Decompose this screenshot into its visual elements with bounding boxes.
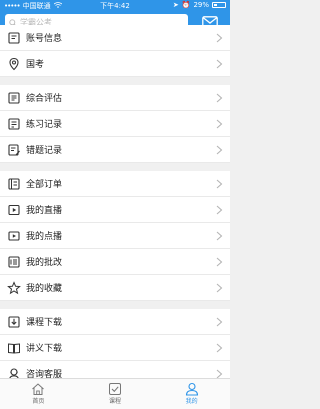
tab-profile-label: 我的 bbox=[185, 398, 198, 405]
menu-item-star[interactable]: 我的收藏 bbox=[0, 275, 230, 301]
location-arrow-icon: ➤ bbox=[172, 1, 179, 9]
section-divider bbox=[0, 77, 230, 85]
menu-item-assessment[interactable]: 综合评估 bbox=[0, 85, 230, 111]
menu-item-handout-download[interactable]: 讲义下载 bbox=[0, 335, 230, 361]
location-pin-icon bbox=[9, 57, 19, 71]
menu-item-label: 课程下载 bbox=[26, 318, 63, 328]
home-icon bbox=[32, 383, 45, 395]
section-divider bbox=[0, 163, 230, 171]
battery-icon bbox=[212, 2, 226, 8]
menu-item-label: 错题记录 bbox=[26, 146, 63, 156]
menu-item-course-download[interactable]: 课程下载 bbox=[0, 309, 230, 335]
chevron-right-icon bbox=[216, 231, 223, 241]
menu-item-label: 讲义下载 bbox=[26, 344, 63, 354]
course-icon bbox=[109, 383, 121, 395]
chevron-right-icon bbox=[216, 205, 223, 215]
menu-item-label: 账号信息 bbox=[26, 34, 63, 44]
live-icon bbox=[8, 204, 20, 216]
video-on-demand-icon bbox=[8, 231, 20, 241]
menu-item-orders[interactable]: 全部订单 bbox=[0, 171, 230, 197]
handout-download-icon bbox=[8, 343, 20, 354]
tab-course-label: 课程 bbox=[109, 398, 122, 405]
menu-item-label: 我的批改 bbox=[26, 258, 63, 268]
assessment-icon bbox=[8, 92, 20, 104]
practice-record-icon bbox=[8, 118, 20, 130]
tab-home-label: 首页 bbox=[32, 398, 45, 405]
status-bar: ••••• 中国联通 下午4:42 ➤ ⏰ 29% bbox=[0, 0, 230, 11]
menu-item-live[interactable]: 我的直播 bbox=[0, 197, 230, 223]
menu-item-wrong-questions[interactable]: 错题记录 bbox=[0, 137, 230, 163]
course-download-icon bbox=[8, 316, 20, 328]
star-icon bbox=[7, 281, 21, 295]
chevron-right-icon bbox=[216, 119, 223, 129]
tab-profile[interactable]: 我的 bbox=[153, 379, 230, 409]
chevron-right-icon bbox=[216, 179, 223, 189]
wrong-questions-icon bbox=[8, 144, 20, 156]
chevron-right-icon bbox=[216, 59, 223, 69]
profile-icon bbox=[185, 382, 198, 396]
alarm-icon: ⏰ bbox=[181, 1, 191, 9]
chevron-right-icon bbox=[216, 317, 223, 327]
menu-list: 账号信息国考综合评估练习记录错题记录全部订单我的直播我的点播我的批改我的收藏课程… bbox=[0, 25, 230, 387]
orders-icon bbox=[8, 178, 20, 190]
menu-item-video-on-demand[interactable]: 我的点播 bbox=[0, 223, 230, 249]
chevron-right-icon bbox=[216, 93, 223, 103]
menu-item-label: 国考 bbox=[26, 60, 45, 70]
menu-item-label: 我的直播 bbox=[26, 206, 63, 216]
chevron-right-icon bbox=[216, 145, 223, 155]
tab-course[interactable]: 课程 bbox=[77, 379, 154, 409]
chevron-right-icon bbox=[216, 343, 223, 353]
account-info-icon bbox=[8, 32, 20, 44]
menu-item-label: 综合评估 bbox=[26, 94, 63, 104]
menu-item-location-pin[interactable]: 国考 bbox=[0, 51, 230, 77]
menu-item-label: 我的点播 bbox=[26, 232, 63, 242]
menu-item-grading[interactable]: 我的批改 bbox=[0, 249, 230, 275]
chevron-right-icon bbox=[216, 283, 223, 293]
chevron-right-icon bbox=[216, 257, 223, 267]
menu-item-account-info[interactable]: 账号信息 bbox=[0, 25, 230, 51]
menu-item-label: 我的收藏 bbox=[26, 284, 63, 294]
menu-item-label: 全部订单 bbox=[26, 180, 63, 190]
section-divider bbox=[0, 301, 230, 309]
tab-bar: 首页 课程 我的 bbox=[0, 378, 230, 409]
menu-item-practice-record[interactable]: 练习记录 bbox=[0, 111, 230, 137]
chevron-right-icon bbox=[216, 33, 223, 43]
grading-icon bbox=[8, 256, 20, 268]
battery-percent: 29% bbox=[193, 1, 209, 9]
menu-item-label: 练习记录 bbox=[26, 120, 63, 130]
tab-home[interactable]: 首页 bbox=[0, 379, 77, 409]
